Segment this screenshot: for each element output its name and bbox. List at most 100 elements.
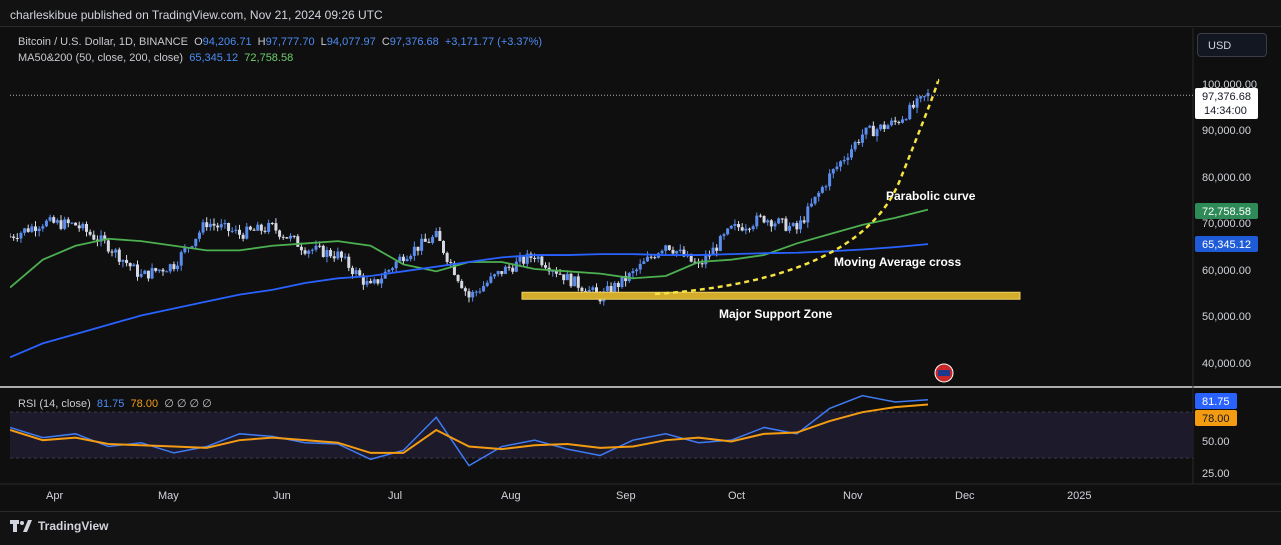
price-tick: 60,000.00 (1202, 265, 1251, 277)
candle-body (820, 187, 824, 193)
candle-body (238, 229, 241, 235)
symbol-name: Bitcoin / U.S. Dollar, 1D, BINANCE (18, 36, 188, 48)
candle-body (161, 269, 165, 272)
candle-body (318, 245, 322, 247)
candle-body (372, 279, 376, 284)
candle-body (828, 173, 832, 187)
candle-body (503, 266, 507, 274)
candle-body (795, 223, 799, 230)
candle-body (700, 263, 704, 265)
ma-lines-layer (10, 208, 929, 359)
candle-body (303, 250, 307, 254)
candle-body (678, 249, 682, 252)
candle-body (168, 264, 172, 272)
ma50-badge-value: 72,758.58 (1202, 206, 1251, 218)
candle-body (500, 271, 504, 274)
rsi-value: 81.75 (96, 398, 125, 410)
candle-body (449, 261, 453, 263)
candle-body (248, 226, 252, 230)
rsi-band (10, 412, 1193, 458)
ma-cross-label: Moving Average cross (834, 255, 961, 269)
candle-body (81, 223, 85, 229)
high-value: 97,777.70 (265, 36, 315, 48)
change-value: +3,171.77 (+3.37%) (444, 36, 543, 48)
candle-body (343, 256, 347, 258)
candle-body (474, 291, 478, 293)
candle-body (347, 256, 351, 268)
price-tick: 80,000.00 (1202, 172, 1251, 184)
candle-body (230, 230, 234, 232)
candles-layer (10, 88, 930, 306)
candle-body (558, 273, 562, 275)
candle-body (332, 256, 336, 259)
candle-body (176, 265, 180, 270)
rsi-ma-badge-value: 78.00 (1202, 413, 1230, 425)
candle-body (165, 271, 169, 273)
low-value: 94,077.97 (326, 36, 376, 48)
candle-body (740, 227, 744, 231)
candle-body (671, 249, 675, 254)
candle-body (15, 237, 19, 239)
time-label: Apr (46, 490, 63, 502)
candle-body (26, 228, 30, 232)
price-tick: 40,000.00 (1202, 358, 1251, 370)
candle-body (715, 247, 719, 251)
candle-body (780, 218, 784, 220)
candle-body (536, 256, 540, 260)
candle-body (289, 235, 292, 239)
candle-body (358, 270, 362, 276)
candle-body (868, 125, 872, 128)
price-chart[interactable]: Parabolic curve Moving Average cross Maj… (0, 0, 1281, 545)
candle-body (886, 125, 890, 129)
candle-body (85, 223, 88, 232)
price-axis: 100,000.00 90,000.00 80,000.00 70,000.00… (1202, 79, 1257, 370)
currency-button[interactable]: USD (1197, 33, 1267, 57)
time-label: Dec (955, 490, 975, 502)
candle-body (507, 266, 511, 268)
candle-body (897, 121, 901, 123)
candle-body (616, 282, 620, 288)
candle-body (802, 220, 806, 223)
ma-legend: MA50&200 (50, close, 200, close) 65,345.… (18, 52, 293, 64)
candle-body (726, 228, 730, 235)
candle-body (850, 149, 853, 158)
candle-body (893, 120, 897, 122)
rsi-ma-value: 78.00 (130, 398, 159, 410)
candle-body (511, 267, 515, 272)
candle-body (890, 120, 894, 126)
symbol-legend: Bitcoin / U.S. Dollar, 1D, BINANCE O94,2… (18, 36, 543, 48)
candle-body (110, 251, 114, 253)
candle-body (580, 287, 584, 292)
candle-body (172, 264, 176, 270)
candle-body (635, 269, 639, 272)
candle-body (143, 270, 147, 275)
candle-body (48, 217, 52, 221)
candle-body (478, 291, 482, 293)
ma200-badge-value: 65,345.12 (1202, 239, 1251, 251)
candle-body (369, 280, 373, 284)
candle-body (675, 251, 679, 254)
candle-body (806, 206, 810, 223)
support-label: Major Support Zone (719, 307, 833, 321)
candle-body (245, 226, 249, 239)
candle-body (223, 223, 227, 225)
candle-body (387, 269, 391, 272)
candle-body (216, 225, 220, 228)
candle-body (733, 224, 737, 226)
ma-label: MA50&200 (50, close, 200, close) (18, 52, 184, 64)
candle-body (817, 192, 821, 197)
candle-body (613, 282, 617, 294)
candle-body (431, 236, 435, 243)
candle-body (463, 288, 467, 292)
candle-body (179, 252, 183, 266)
candle-body (383, 271, 387, 279)
candle-body (205, 222, 209, 228)
candle-body (12, 236, 16, 238)
candle-body (791, 223, 795, 226)
candle-body (482, 286, 486, 292)
candle-body (751, 226, 755, 230)
candle-body (922, 96, 926, 98)
candle-body (875, 129, 879, 137)
candle-body (394, 261, 398, 269)
candle-body (540, 256, 544, 266)
